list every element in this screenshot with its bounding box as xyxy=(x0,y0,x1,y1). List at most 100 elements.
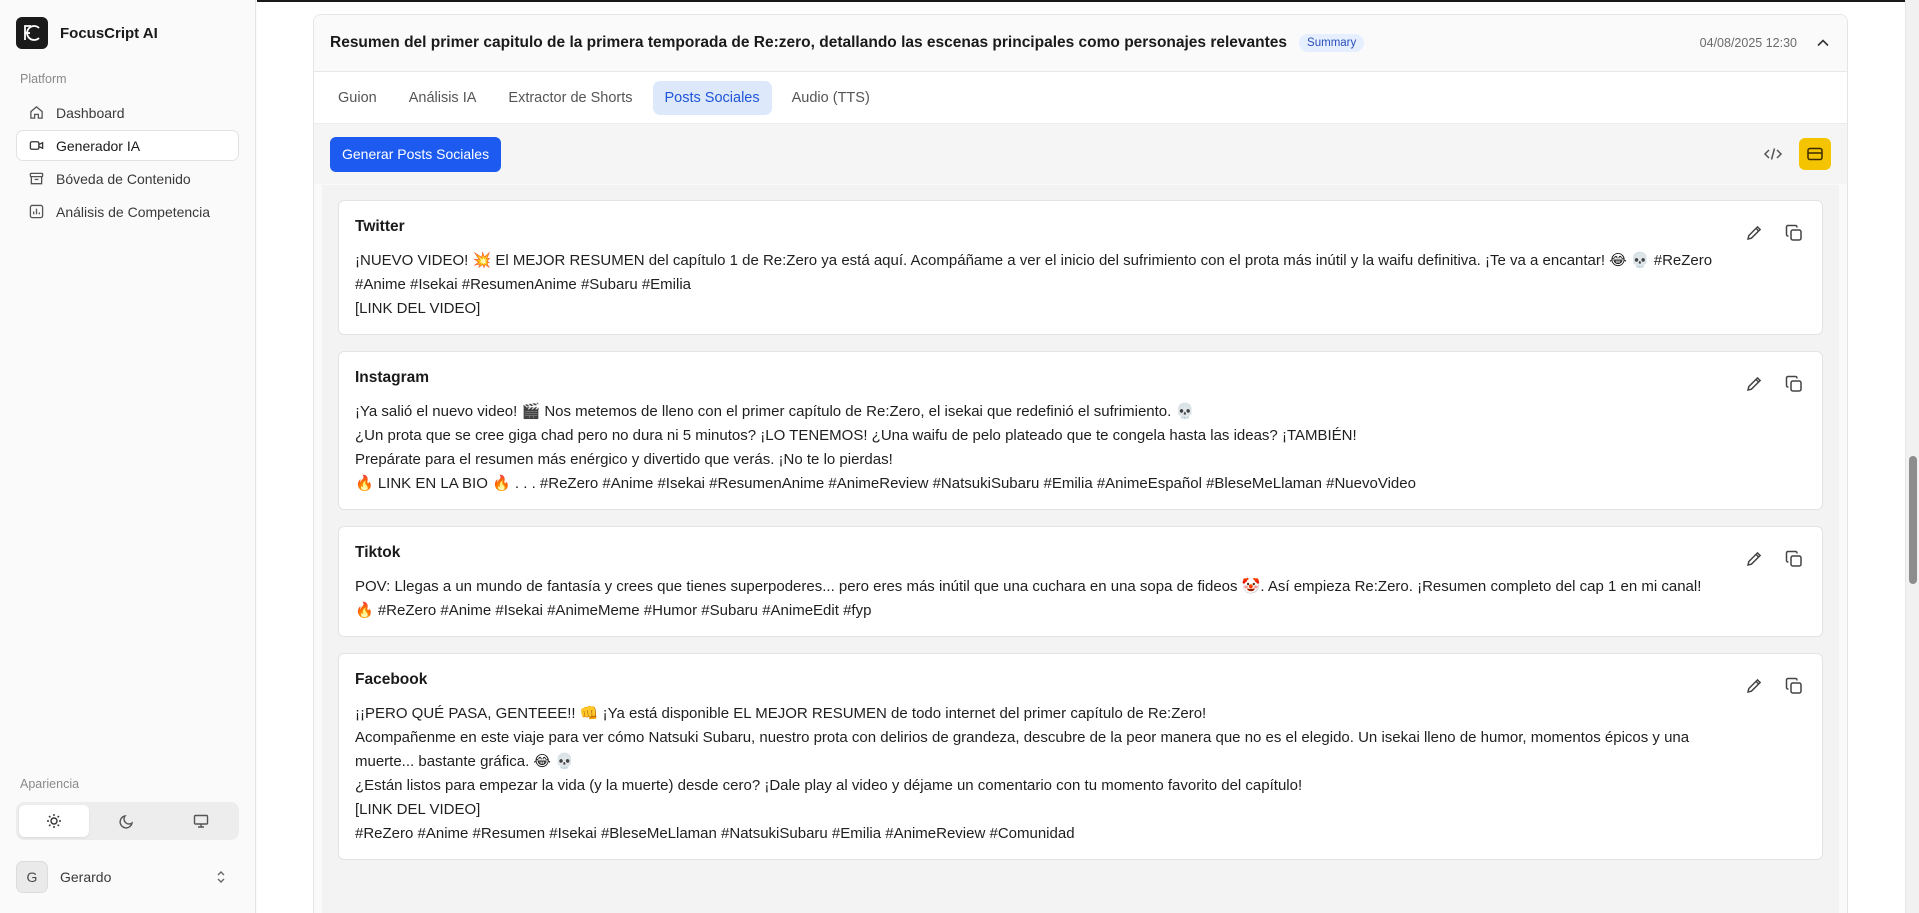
archive-icon xyxy=(29,172,44,185)
post-line: ¡¡PERO QUÉ PASA, GENTEEE!! 👊 ¡Ya está di… xyxy=(355,705,1207,722)
pencil-icon xyxy=(1746,376,1762,392)
post-line: ¡Ya salió el nuevo video! 🎬 Nos metemos … xyxy=(355,403,1195,420)
post-line: Acompañenme en este viaje para ver cómo … xyxy=(355,729,1690,746)
post-actions xyxy=(1742,221,1806,245)
card-date: 04/08/2025 12:30 xyxy=(1699,36,1797,50)
scrollbar-thumb[interactable] xyxy=(1909,456,1917,584)
post-platform-title: Facebook xyxy=(355,671,428,688)
card-icon xyxy=(1807,147,1823,161)
theme-light-button[interactable] xyxy=(19,805,90,837)
moon-icon xyxy=(119,814,134,829)
home-icon xyxy=(30,106,43,119)
view-toggle xyxy=(1757,138,1831,170)
video-icon xyxy=(29,141,44,150)
post-line: #Anime #Isekai #ResumenAnime #Subaru #Em… xyxy=(355,276,692,293)
post-line: [LINK DEL VIDEO] xyxy=(355,300,481,317)
tab-guion[interactable]: Guion xyxy=(326,81,389,115)
page-scrollbar[interactable] xyxy=(1905,0,1919,913)
post-platform-title: Instagram xyxy=(355,369,430,386)
brand[interactable]: FocusCript AI xyxy=(16,17,158,49)
sidebar-item-boveda[interactable]: Bóveda de Contenido xyxy=(16,163,239,194)
post-actions xyxy=(1742,547,1806,571)
sidebar-nav: Dashboard Generador IA Bóveda de Conteni… xyxy=(16,97,239,229)
theme-dark-button[interactable] xyxy=(92,805,162,837)
copy-icon xyxy=(1785,375,1802,392)
pencil-icon xyxy=(1746,225,1762,241)
post-line: #ReZero #Anime #Resumen #Isekai #BleseMe… xyxy=(355,825,1075,842)
post-body: ¡Ya salió el nuevo video! 🎬 Nos metemos … xyxy=(355,400,1806,496)
sidebar: FocusCript AI Platform Dashboard Generad… xyxy=(0,0,256,913)
collapse-button[interactable] xyxy=(1815,35,1831,51)
post-platform-title: Tiktok xyxy=(355,544,401,561)
card-view-button[interactable] xyxy=(1799,138,1831,170)
sidebar-item-label: Dashboard xyxy=(56,104,125,121)
copy-button[interactable] xyxy=(1782,372,1806,396)
tab-bar: Guion Análisis IA Extractor de Shorts Po… xyxy=(314,72,1847,124)
main-content: Resumen del primer capitulo de la primer… xyxy=(257,0,1905,913)
copy-icon xyxy=(1785,224,1802,241)
post-instagram: Instagram ¡Ya salió el nuevo video! 🎬 No… xyxy=(338,351,1823,510)
post-facebook: Facebook ¡¡PERO QUÉ PASA, GENTEEE!! 👊 ¡Y… xyxy=(338,653,1823,860)
post-platform-title: Twitter xyxy=(355,218,405,235)
post-twitter: Twitter ¡NUEVO VIDEO! 💥 El MEJOR RESUMEN… xyxy=(338,200,1823,335)
theme-switch xyxy=(16,802,239,840)
section-label-appearance: Apariencia xyxy=(20,777,80,791)
post-tiktok: Tiktok POV: Llegas a un mundo de fantasí… xyxy=(338,526,1823,637)
monitor-icon xyxy=(193,814,209,828)
post-line: ¿Están listos para empezar la vida (y la… xyxy=(355,777,1303,794)
app-logo-icon xyxy=(16,17,48,49)
post-line: 🔥 LINK EN LA BIO 🔥 . . . #ReZero #Anime … xyxy=(355,475,1416,492)
sidebar-item-label: Bóveda de Contenido xyxy=(56,170,191,187)
section-label-platform: Platform xyxy=(20,72,67,86)
edit-button[interactable] xyxy=(1742,221,1766,245)
post-line: Prepárate para el resumen más enérgico y… xyxy=(355,451,893,468)
copy-button[interactable] xyxy=(1782,547,1806,571)
sidebar-item-analisis[interactable]: Análisis de Competencia xyxy=(16,196,239,227)
code-view-button[interactable] xyxy=(1757,138,1789,170)
pencil-icon xyxy=(1746,551,1762,567)
edit-button[interactable] xyxy=(1742,674,1766,698)
copy-button[interactable] xyxy=(1782,221,1806,245)
sidebar-item-dashboard[interactable]: Dashboard xyxy=(16,97,239,128)
copy-icon xyxy=(1785,677,1802,694)
post-actions xyxy=(1742,674,1806,698)
post-line: muerte... bastante gráfica. 😂 💀 xyxy=(355,753,574,770)
post-line: ¿Un prota que se cree giga chad pero no … xyxy=(355,427,1357,444)
tab-analisis-ia[interactable]: Análisis IA xyxy=(397,81,489,115)
post-actions xyxy=(1742,372,1806,396)
chart-icon xyxy=(29,204,44,219)
code-icon xyxy=(1763,148,1783,160)
sun-icon xyxy=(47,814,62,828)
toolbar: Generar Posts Sociales xyxy=(314,124,1847,184)
tab-extractor-shorts[interactable]: Extractor de Shorts xyxy=(496,81,644,115)
post-line: [LINK DEL VIDEO] xyxy=(355,801,481,818)
sidebar-item-generador-ia[interactable]: Generador IA xyxy=(16,130,239,161)
content-card: Resumen del primer capitulo de la primer… xyxy=(313,14,1848,913)
chevron-up-icon xyxy=(1817,39,1829,47)
sidebar-item-label: Análisis de Competencia xyxy=(56,203,211,220)
chevron-up-down-icon xyxy=(217,871,225,883)
post-body: ¡¡PERO QUÉ PASA, GENTEEE!! 👊 ¡Ya está di… xyxy=(355,702,1806,846)
theme-system-button[interactable] xyxy=(166,805,236,837)
card-header[interactable]: Resumen del primer capitulo de la primer… xyxy=(314,15,1847,72)
generate-posts-button[interactable]: Generar Posts Sociales xyxy=(330,136,502,172)
avatar: G xyxy=(16,861,48,893)
tab-audio-tts[interactable]: Audio (TTS) xyxy=(780,81,882,115)
edit-button[interactable] xyxy=(1742,372,1766,396)
copy-button[interactable] xyxy=(1782,674,1806,698)
sidebar-item-label: Generador IA xyxy=(56,137,141,154)
post-body: ¡NUEVO VIDEO! 💥 El MEJOR RESUMEN del cap… xyxy=(355,249,1806,321)
previous-card-edge xyxy=(257,0,1905,4)
tab-posts-sociales[interactable]: Posts Sociales xyxy=(652,80,772,115)
status-badge: Summary xyxy=(1299,34,1365,52)
user-name: Gerardo xyxy=(60,869,112,885)
edit-button[interactable] xyxy=(1742,547,1766,571)
post-body: POV: Llegas a un mundo de fantasía y cre… xyxy=(355,575,1806,623)
post-line: POV: Llegas a un mundo de fantasía y cre… xyxy=(355,578,1702,595)
post-line: ¡NUEVO VIDEO! 💥 El MEJOR RESUMEN del cap… xyxy=(355,252,1713,269)
card-title: Resumen del primer capitulo de la primer… xyxy=(330,34,1288,51)
post-line: 🔥 #ReZero #Anime #Isekai #AnimeMeme #Hum… xyxy=(355,602,872,619)
social-posts-list: Twitter ¡NUEVO VIDEO! 💥 El MEJOR RESUMEN… xyxy=(322,185,1839,913)
user-menu[interactable]: G Gerardo xyxy=(16,860,239,894)
pencil-icon xyxy=(1746,678,1762,694)
